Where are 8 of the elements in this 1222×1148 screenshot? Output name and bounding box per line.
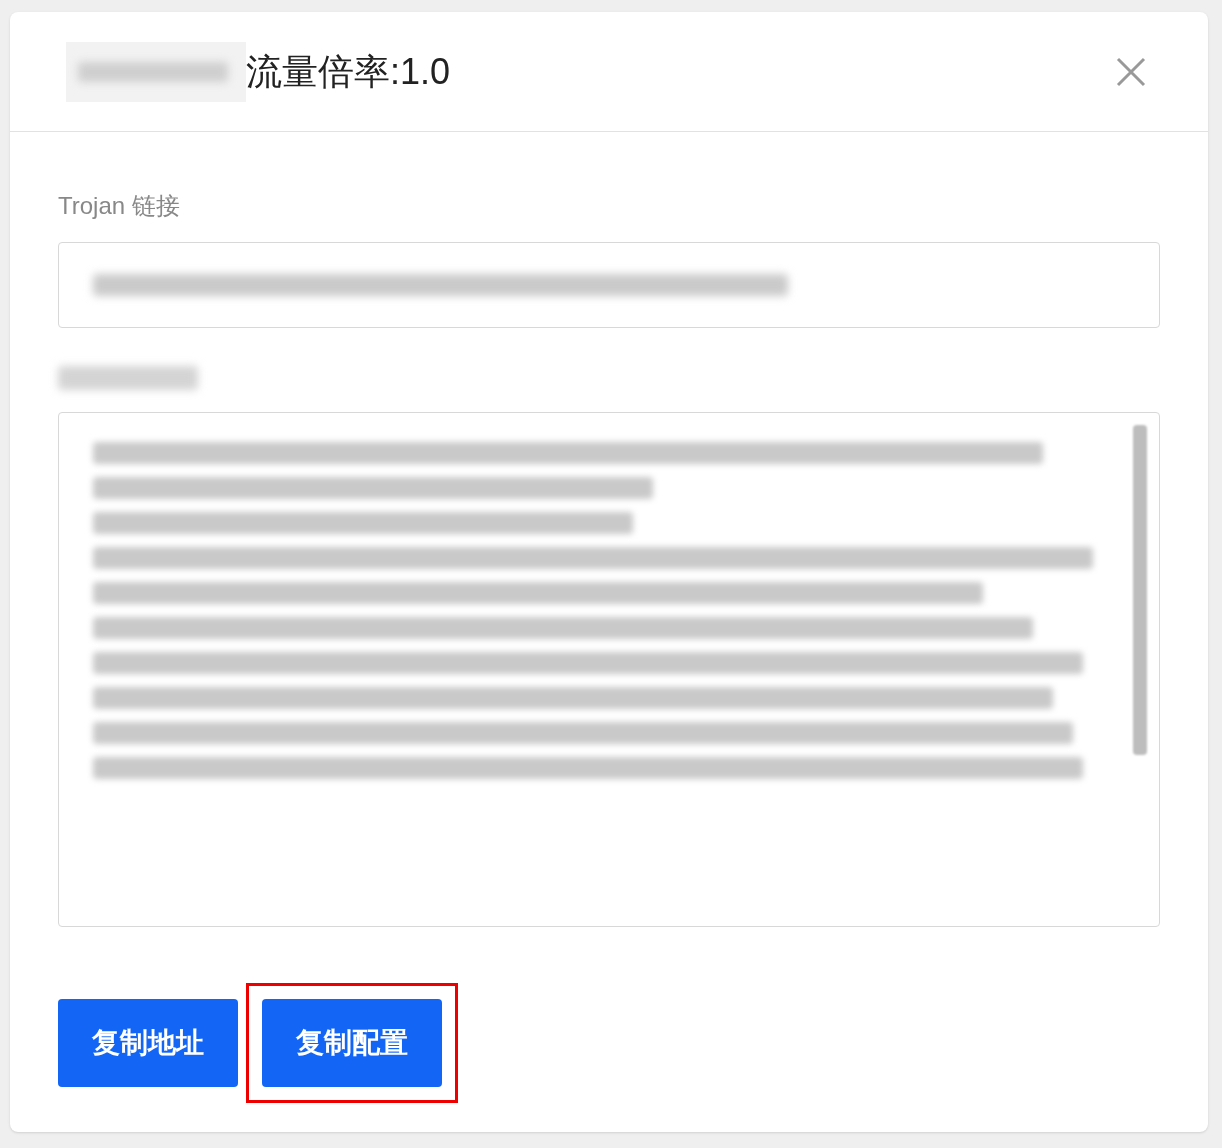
scrollbar[interactable]	[1133, 425, 1147, 755]
dialog-title: 流量倍率:1.0	[246, 49, 451, 94]
field-label: Trojan 链接	[58, 191, 181, 221]
copy-button[interactable]: 复制地址	[58, 999, 238, 1087]
copy-button[interactable]: 复制配置	[262, 999, 442, 1087]
close-icon[interactable]	[1116, 56, 1146, 87]
config-textarea[interactable]	[58, 412, 1160, 927]
link-field[interactable]	[58, 242, 1160, 328]
